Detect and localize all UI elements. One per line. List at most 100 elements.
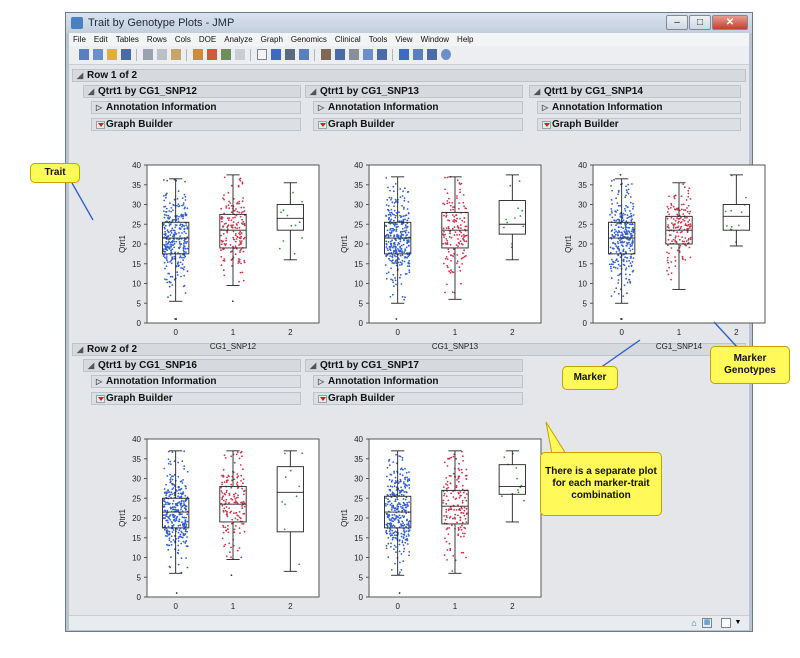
chevron-down-icon[interactable]: ▼ <box>733 618 743 628</box>
brush-tool-icon[interactable] <box>335 49 345 60</box>
line-tool-icon[interactable] <box>377 49 387 60</box>
menu-cols[interactable]: Cols <box>171 33 195 46</box>
new-script-icon[interactable] <box>93 49 103 60</box>
close-button[interactable]: ✕ <box>712 15 748 30</box>
graph-builder-header[interactable]: Graph Builder <box>537 118 741 131</box>
annotation-header[interactable]: ▷ Annotation Information <box>313 375 523 388</box>
collapsed-triangle-icon[interactable]: ▷ <box>96 103 102 112</box>
copy-icon[interactable] <box>157 49 167 60</box>
data-point <box>448 197 450 200</box>
collapsed-triangle-icon[interactable]: ▷ <box>96 377 102 386</box>
panel-header[interactable]: ◢ Qtrt1 by CG1_SNP14 <box>529 85 741 98</box>
annotate-icon[interactable] <box>399 49 409 60</box>
panel-header[interactable]: ◢ Qtrt1 by CG1_SNP13 <box>305 85 523 98</box>
maximize-button[interactable]: □ <box>689 15 711 30</box>
ellipse-tool-icon[interactable] <box>441 49 451 60</box>
menu-clinical[interactable]: Clinical <box>331 33 365 46</box>
menu-help[interactable]: Help <box>453 33 477 46</box>
selection-tool-icon[interactable] <box>299 49 309 60</box>
row-header-1[interactable]: ◢ Row 1 of 2 <box>72 69 746 82</box>
graph-builder-header[interactable]: Graph Builder <box>91 118 301 131</box>
disclosure-triangle-icon[interactable]: ◢ <box>534 87 540 96</box>
data-table-icon[interactable] <box>193 49 203 60</box>
data-point <box>385 235 387 238</box>
data-point <box>447 458 449 460</box>
annotation-header[interactable]: ▷ Annotation Information <box>537 101 741 114</box>
panel-header[interactable]: ◢ Qtrt1 by CG1_SNP16 <box>83 359 301 372</box>
annotation-header[interactable]: ▷ Annotation Information <box>91 375 301 388</box>
y-tick-label: 10 <box>354 554 363 563</box>
window-list-icon[interactable] <box>721 618 731 628</box>
arrow-tool-icon[interactable] <box>257 49 267 60</box>
menu-tools[interactable]: Tools <box>365 33 392 46</box>
panel-header[interactable]: ◢ Qtrt1 by CG1_SNP17 <box>305 359 523 372</box>
menu-view[interactable]: View <box>391 33 416 46</box>
polygon-tool-icon[interactable] <box>427 49 437 60</box>
red-triangle-menu-icon[interactable] <box>96 121 105 129</box>
disclosure-triangle-icon[interactable]: ◢ <box>310 361 316 370</box>
menu-edit[interactable]: Edit <box>90 33 112 46</box>
data-point <box>240 480 242 482</box>
journal-icon[interactable] <box>207 49 217 60</box>
data-point <box>404 483 407 486</box>
table-view-icon[interactable]: ▦ <box>702 618 712 628</box>
red-triangle-menu-icon[interactable] <box>542 121 551 129</box>
disclosure-triangle-icon[interactable]: ◢ <box>88 361 94 370</box>
help-tool-icon[interactable] <box>271 49 281 60</box>
disclosure-triangle-icon[interactable]: ◢ <box>310 87 316 96</box>
collapsed-triangle-icon[interactable]: ▷ <box>542 103 548 112</box>
data-point <box>675 241 678 244</box>
annotation-header[interactable]: ▷ Annotation Information <box>91 101 301 114</box>
graph-builder-header[interactable]: Graph Builder <box>313 118 523 131</box>
data-point <box>444 518 447 521</box>
menu-doe[interactable]: DOE <box>195 33 220 46</box>
red-triangle-menu-icon[interactable] <box>318 395 327 403</box>
menu-rows[interactable]: Rows <box>143 33 171 46</box>
simple-shape-icon[interactable] <box>413 49 423 60</box>
toolbar-separator <box>250 49 251 61</box>
data-point <box>225 498 228 501</box>
dropdown-icon[interactable] <box>235 49 245 60</box>
magnifier-icon[interactable] <box>363 49 373 60</box>
red-triangle-menu-icon[interactable] <box>96 395 105 403</box>
collapsed-triangle-icon[interactable]: ▷ <box>318 103 324 112</box>
data-point <box>462 551 465 554</box>
menu-window[interactable]: Window <box>417 33 453 46</box>
layout-icon[interactable] <box>221 49 231 60</box>
menu-genomics[interactable]: Genomics <box>287 33 331 46</box>
cut-icon[interactable] <box>143 49 153 60</box>
red-triangle-menu-icon[interactable] <box>318 121 327 129</box>
title-bar[interactable]: Trait by Genotype Plots - JMP – □ ✕ <box>66 13 752 33</box>
data-point <box>447 250 450 253</box>
home-icon[interactable]: ⌂ <box>689 618 699 628</box>
graph-builder-header[interactable]: Graph Builder <box>91 392 301 405</box>
data-point <box>668 213 670 216</box>
open-folder-icon[interactable] <box>107 49 117 60</box>
save-icon[interactable] <box>121 49 131 60</box>
x-tick-label: 1 <box>231 602 236 611</box>
crosshair-tool-icon[interactable] <box>285 49 295 60</box>
data-point <box>394 277 396 279</box>
annotation-header[interactable]: ▷ Annotation Information <box>313 101 523 114</box>
data-point <box>394 476 397 479</box>
data-point <box>616 202 619 204</box>
menu-graph[interactable]: Graph <box>257 33 287 46</box>
graph-builder-header[interactable]: Graph Builder <box>313 392 523 405</box>
menu-analyze[interactable]: Analyze <box>220 33 256 46</box>
panel-header[interactable]: ◢ Qtrt1 by CG1_SNP12 <box>83 85 301 98</box>
disclosure-triangle-icon[interactable]: ◢ <box>77 71 83 80</box>
data-point <box>400 283 403 285</box>
paste-icon[interactable] <box>171 49 181 60</box>
data-point <box>169 281 171 284</box>
lasso-tool-icon[interactable] <box>349 49 359 60</box>
new-table-icon[interactable] <box>79 49 89 60</box>
menu-tables[interactable]: Tables <box>112 33 143 46</box>
data-point <box>233 501 236 504</box>
minimize-button[interactable]: – <box>666 15 688 30</box>
hand-tool-icon[interactable] <box>321 49 331 60</box>
data-point <box>164 230 166 233</box>
data-point <box>224 526 227 529</box>
collapsed-triangle-icon[interactable]: ▷ <box>318 377 324 386</box>
menu-file[interactable]: File <box>69 33 90 46</box>
disclosure-triangle-icon[interactable]: ◢ <box>88 87 94 96</box>
